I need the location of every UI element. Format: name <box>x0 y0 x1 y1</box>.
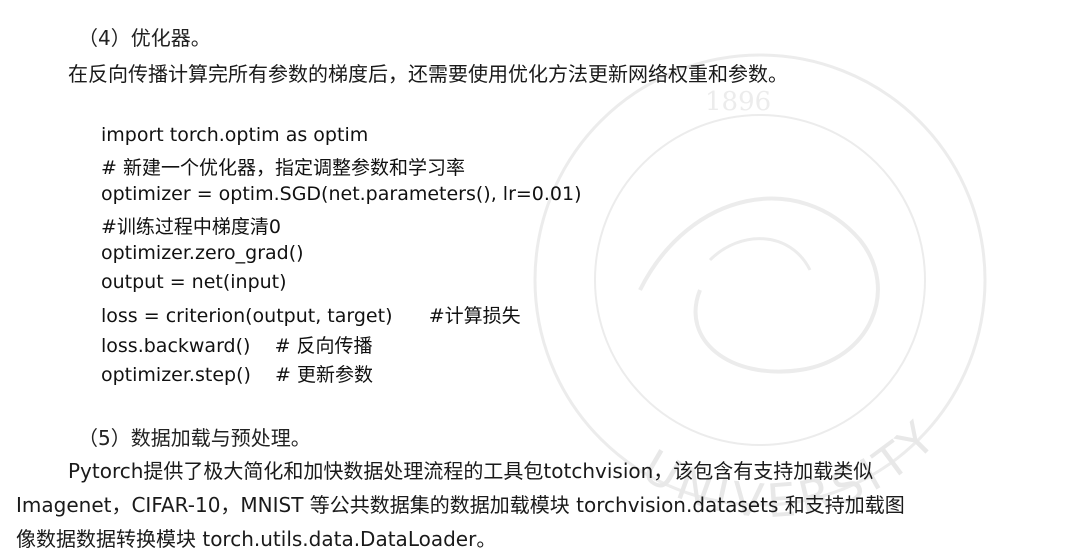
section-paragraph-optimizer: 在反向传播计算完所有参数的梯度后，还需要使用优化方法更新网络权重和参数。 <box>68 62 788 86</box>
code-line: optimizer.zero_grad() <box>101 242 304 264</box>
code-line: import torch.optim as optim <box>101 124 369 146</box>
code-line: optimizer = optim.SGD(net.parameters(), … <box>101 183 582 205</box>
code-line: optimizer.step() # 更新参数 <box>101 364 374 386</box>
code-line: # 新建一个优化器，指定调整参数和学习率 <box>101 157 465 179</box>
code-line: output = net(input) <box>101 271 287 293</box>
section-paragraph-line: Imagenet，CIFAR-10，MNIST 等公共数据集的数据加载模块 to… <box>16 493 905 517</box>
code-line: loss = criterion(output, target) #计算损失 <box>101 305 521 327</box>
university-seal-watermark: 1896 UNIVERSITY <box>533 53 987 520</box>
section-paragraph-line: Pytorch提供了极大简化和加快数据处理流程的工具包totchvision，该… <box>68 459 874 483</box>
section-paragraph-line: 像数据数据转换模块 torch.utils.data.DataLoader。 <box>16 527 497 551</box>
section-heading-optimizer: （4）优化器。 <box>78 26 211 50</box>
code-line: loss.backward() # 反向传播 <box>101 335 373 357</box>
seal-year: 1896 <box>705 87 771 117</box>
code-line: #训练过程中梯度清0 <box>101 216 282 238</box>
section-heading-data-loading: （5）数据加载与预处理。 <box>78 426 311 450</box>
